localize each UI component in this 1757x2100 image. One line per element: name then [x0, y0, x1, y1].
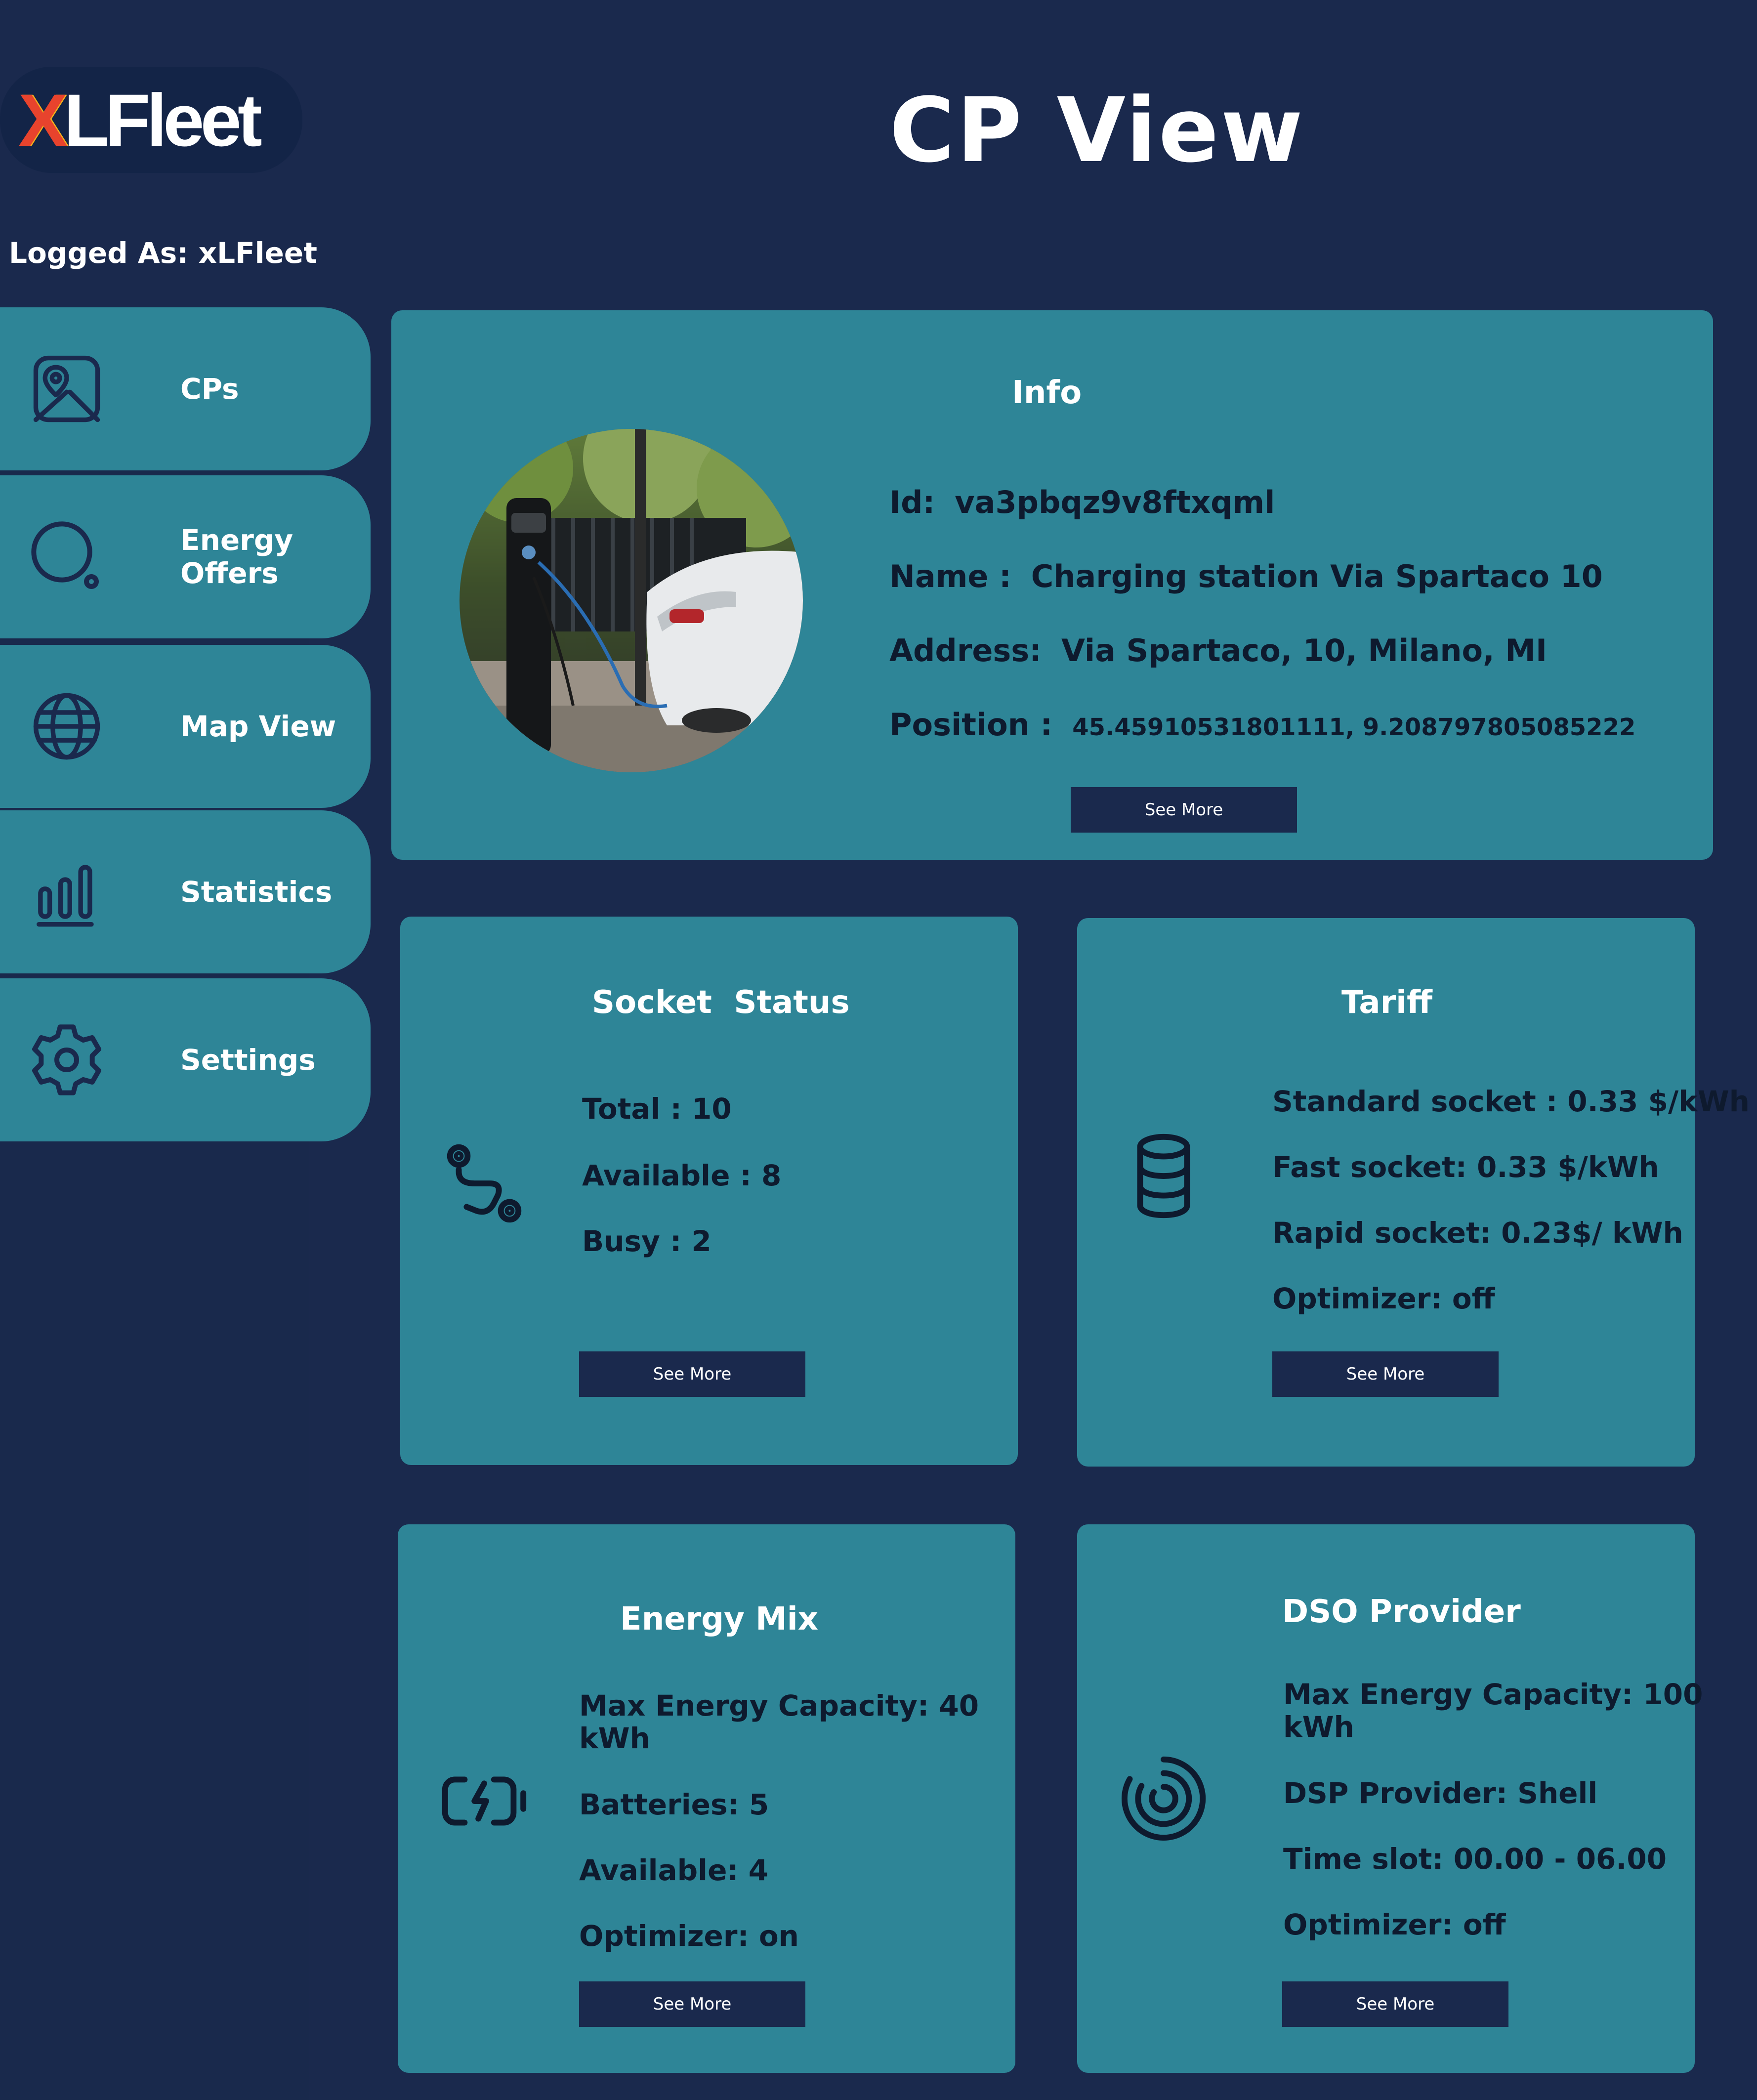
tariff-title: Tariff — [1341, 984, 1432, 1021]
sidebar-item-label: CPs — [180, 372, 239, 406]
info-name-label: Name : — [889, 558, 1011, 594]
info-see-more-button[interactable]: See More — [1071, 787, 1297, 833]
dso-time-slot: Time slot: 00.00 - 06.00 — [1283, 1842, 1667, 1876]
logged-as-label: Logged As: xLFleet — [9, 236, 317, 270]
socket-available: Available : 8 — [582, 1159, 782, 1192]
dso-optimizer: Optimizer: off — [1283, 1908, 1506, 1941]
energy-mix-see-more-button[interactable]: See More — [579, 1981, 805, 2027]
info-position-label: Position : — [889, 707, 1053, 743]
energy-mix-batteries: Batteries: 5 — [579, 1788, 769, 1821]
info-name-value: Charging station Via Spartaco 10 — [1031, 558, 1603, 594]
dso-provider-name: DSP Provider: Shell — [1283, 1776, 1598, 1810]
bar-chart-icon — [27, 852, 106, 931]
sidebar-item-label: Map View — [180, 709, 336, 743]
tariff-rapid: Rapid socket: 0.23$/ kWh — [1272, 1216, 1683, 1250]
sidebar-item-label: Energy Offers — [180, 523, 293, 590]
energy-mix-capacity-unit: kWh — [579, 1722, 650, 1755]
energy-mix-available: Available: 4 — [579, 1853, 769, 1887]
info-id-label: Id: — [889, 484, 935, 520]
tariff-optimizer: Optimizer: off — [1272, 1282, 1495, 1315]
tariff-see-more-button[interactable]: See More — [1272, 1351, 1499, 1397]
sidebar-item-energy-offers[interactable]: Energy Offers — [0, 475, 371, 638]
dso-capacity: Max Energy Capacity: 100 — [1283, 1678, 1703, 1711]
info-id: Id: va3pbqz9v8ftxqml — [889, 484, 1275, 520]
socket-total: Total : 10 — [582, 1092, 732, 1126]
sidebar-item-cps[interactable]: CPs — [0, 307, 371, 470]
dso-provider-title: DSO Provider — [1282, 1594, 1521, 1630]
dso-capacity-unit: kWh — [1283, 1710, 1354, 1744]
app-logo[interactable]: X X LFleet — [0, 67, 302, 173]
spiral-icon — [1112, 1747, 1215, 1850]
socket-busy: Busy : 2 — [582, 1224, 711, 1258]
tariff-standard: Standard socket : 0.33 $/kWh — [1272, 1085, 1750, 1118]
globe-icon — [27, 687, 106, 766]
sidebar-item-label: Statistics — [180, 875, 333, 909]
charging-station-photo — [460, 429, 803, 772]
database-icon — [1112, 1124, 1215, 1228]
info-address-value: Via Spartaco, 10, Milano, MI — [1061, 632, 1548, 669]
socket-status-see-more-button[interactable]: See More — [579, 1351, 805, 1397]
battery-charging-icon — [432, 1749, 536, 1853]
energy-mix-title: Energy Mix — [620, 1601, 818, 1638]
energy-mix-capacity: Max Energy Capacity: 40 — [579, 1689, 979, 1722]
sidebar-item-label: Settings — [180, 1043, 316, 1077]
sidebar-item-statistics[interactable]: Statistics — [0, 810, 371, 973]
sidebar-item-settings[interactable]: Settings — [0, 978, 371, 1141]
socket-status-title: Socket Status — [592, 984, 850, 1021]
gear-icon — [27, 1020, 106, 1099]
info-title: Info — [1012, 375, 1082, 411]
info-position-value: 45.45910531801111, 9.208797805085222 — [1072, 714, 1636, 741]
info-position: Position : 45.45910531801111, 9.208797805… — [889, 707, 1635, 743]
page-title: CP View — [889, 79, 1305, 182]
dso-provider-see-more-button[interactable]: See More — [1282, 1981, 1508, 2027]
search-icon — [27, 517, 106, 596]
info-id-value: va3pbqz9v8ftxqml — [955, 484, 1275, 520]
sidebar-item-map-view[interactable]: Map View — [0, 645, 371, 808]
route-icon — [432, 1132, 536, 1235]
info-address: Address: Via Spartaco, 10, Milano, MI — [889, 632, 1547, 669]
energy-mix-optimizer: Optimizer: on — [579, 1919, 799, 1953]
tariff-fast: Fast socket: 0.33 $/kWh — [1272, 1150, 1659, 1184]
map-image-icon — [27, 349, 106, 428]
info-address-label: Address: — [889, 632, 1042, 669]
info-name: Name : Charging station Via Spartaco 10 — [889, 558, 1603, 594]
